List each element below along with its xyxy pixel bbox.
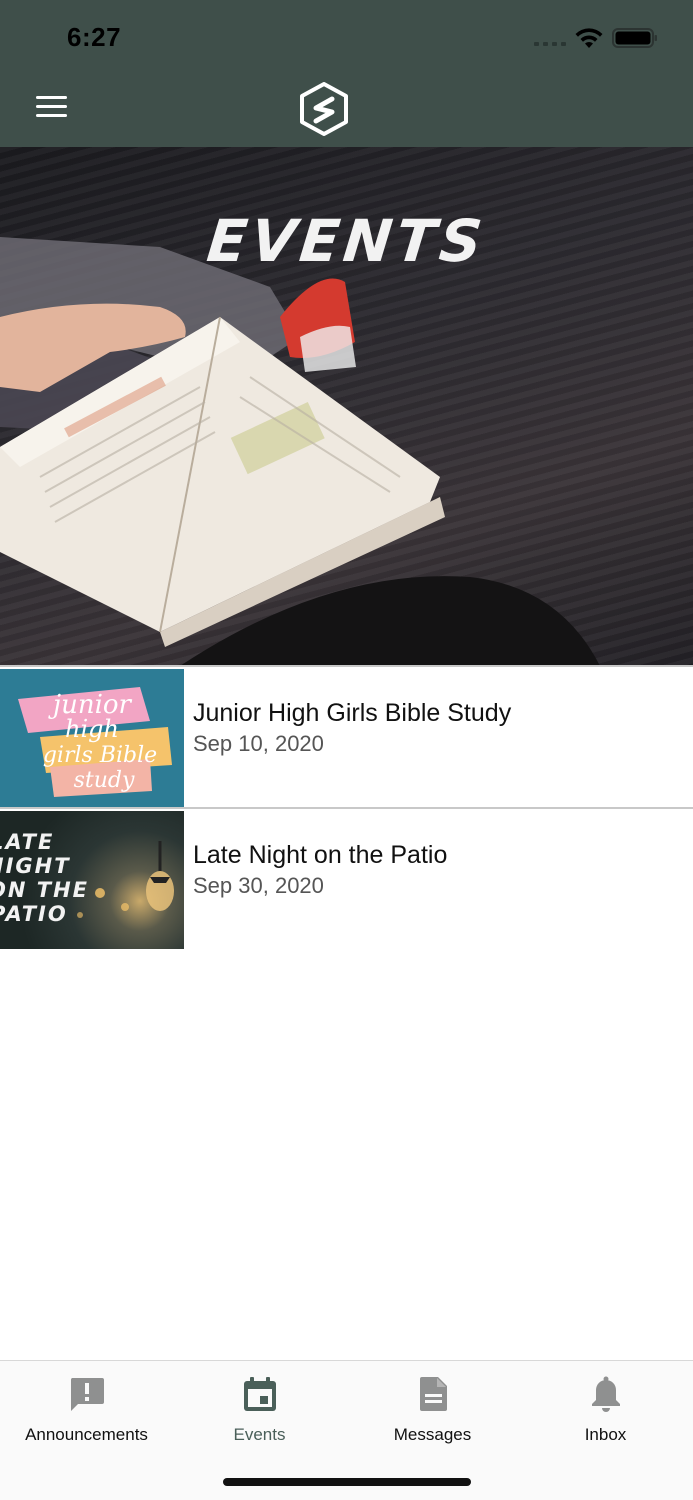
hero-title: EVENTS — [203, 207, 490, 275]
tab-label: Events — [233, 1425, 286, 1444]
event-date: Sep 10, 2020 — [193, 731, 324, 756]
tab-label: Messages — [393, 1425, 472, 1444]
tab-label: Announcements — [25, 1425, 148, 1444]
svg-text:NIGHT: NIGHT — [0, 854, 71, 878]
junior-high-bible-study-graphic: junior high girls Bible study — [18, 687, 172, 797]
event-thumbnail: junior high girls Bible study — [0, 669, 184, 807]
svg-text:girls Bible: girls Bible — [43, 743, 157, 768]
event-row[interactable]: LATE NIGHT ON THE PATIO Late Night on th… — [0, 809, 693, 951]
event-row[interactable]: junior high girls Bible study Junior Hig… — [0, 667, 693, 809]
svg-text:ON THE: ON THE — [0, 878, 89, 902]
hamburger-icon — [36, 96, 67, 99]
event-title: Late Night on the Patio — [193, 841, 448, 869]
menu-button[interactable] — [36, 96, 70, 124]
late-night-patio-graphic: LATE NIGHT ON THE PATIO — [0, 830, 174, 926]
tab-inbox[interactable]: Inbox — [519, 1375, 692, 1445]
tab-events[interactable]: Events — [173, 1375, 346, 1445]
events-hero-banner: EVENTS — [0, 147, 693, 666]
events-list: junior high girls Bible study Junior Hig… — [0, 667, 693, 951]
app-header: 6:27 — [0, 0, 693, 147]
tab-label: Inbox — [584, 1425, 627, 1444]
svg-text:high: high — [65, 715, 119, 743]
document-icon — [419, 1377, 447, 1411]
svg-text:study: study — [74, 768, 135, 793]
tab-messages[interactable]: Messages — [346, 1375, 519, 1445]
event-thumbnail: LATE NIGHT ON THE PATIO — [0, 811, 184, 949]
announcement-icon — [70, 1378, 104, 1411]
event-title: Junior High Girls Bible Study — [193, 699, 512, 727]
wifi-icon — [575, 28, 603, 48]
event-date: Sep 30, 2020 — [193, 873, 324, 898]
home-indicator — [223, 1478, 471, 1486]
bell-icon — [591, 1376, 620, 1412]
signal-icon — [534, 42, 566, 46]
battery-icon — [612, 28, 657, 48]
s-hexagon-logo — [300, 82, 348, 136]
calendar-icon — [243, 1377, 276, 1411]
svg-text:LATE: LATE — [0, 830, 54, 854]
tab-announcements[interactable]: Announcements — [0, 1375, 173, 1445]
status-time: 6:27 — [67, 22, 122, 52]
svg-text:PATIO: PATIO — [0, 902, 68, 926]
